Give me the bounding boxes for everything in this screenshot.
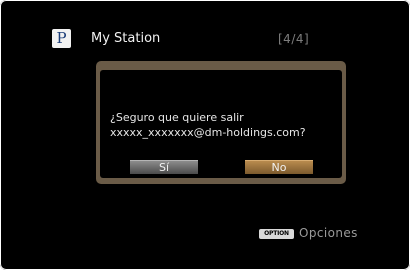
dialog-message-line-2: xxxxx_xxxxxxx@dm-holdings.com?	[110, 126, 306, 139]
options-label[interactable]: Opciones	[299, 226, 358, 240]
service-icon-letter: P	[56, 28, 67, 47]
tv-screen: P My Station [4/4] ¿Seguro que quiere sa…	[0, 0, 410, 270]
pandora-icon: P	[52, 29, 71, 48]
station-title: My Station	[91, 31, 161, 46]
dialog-message: ¿Seguro que quiere salir xxxxx_xxxxxxx@d…	[110, 110, 306, 140]
yes-button[interactable]: Sí	[130, 160, 198, 174]
dialog-message-line-1: ¿Seguro que quiere salir	[110, 111, 244, 124]
no-button[interactable]: No	[245, 160, 313, 174]
option-key-icon: OPTION	[259, 229, 294, 239]
page-indicator: [4/4]	[278, 32, 310, 46]
